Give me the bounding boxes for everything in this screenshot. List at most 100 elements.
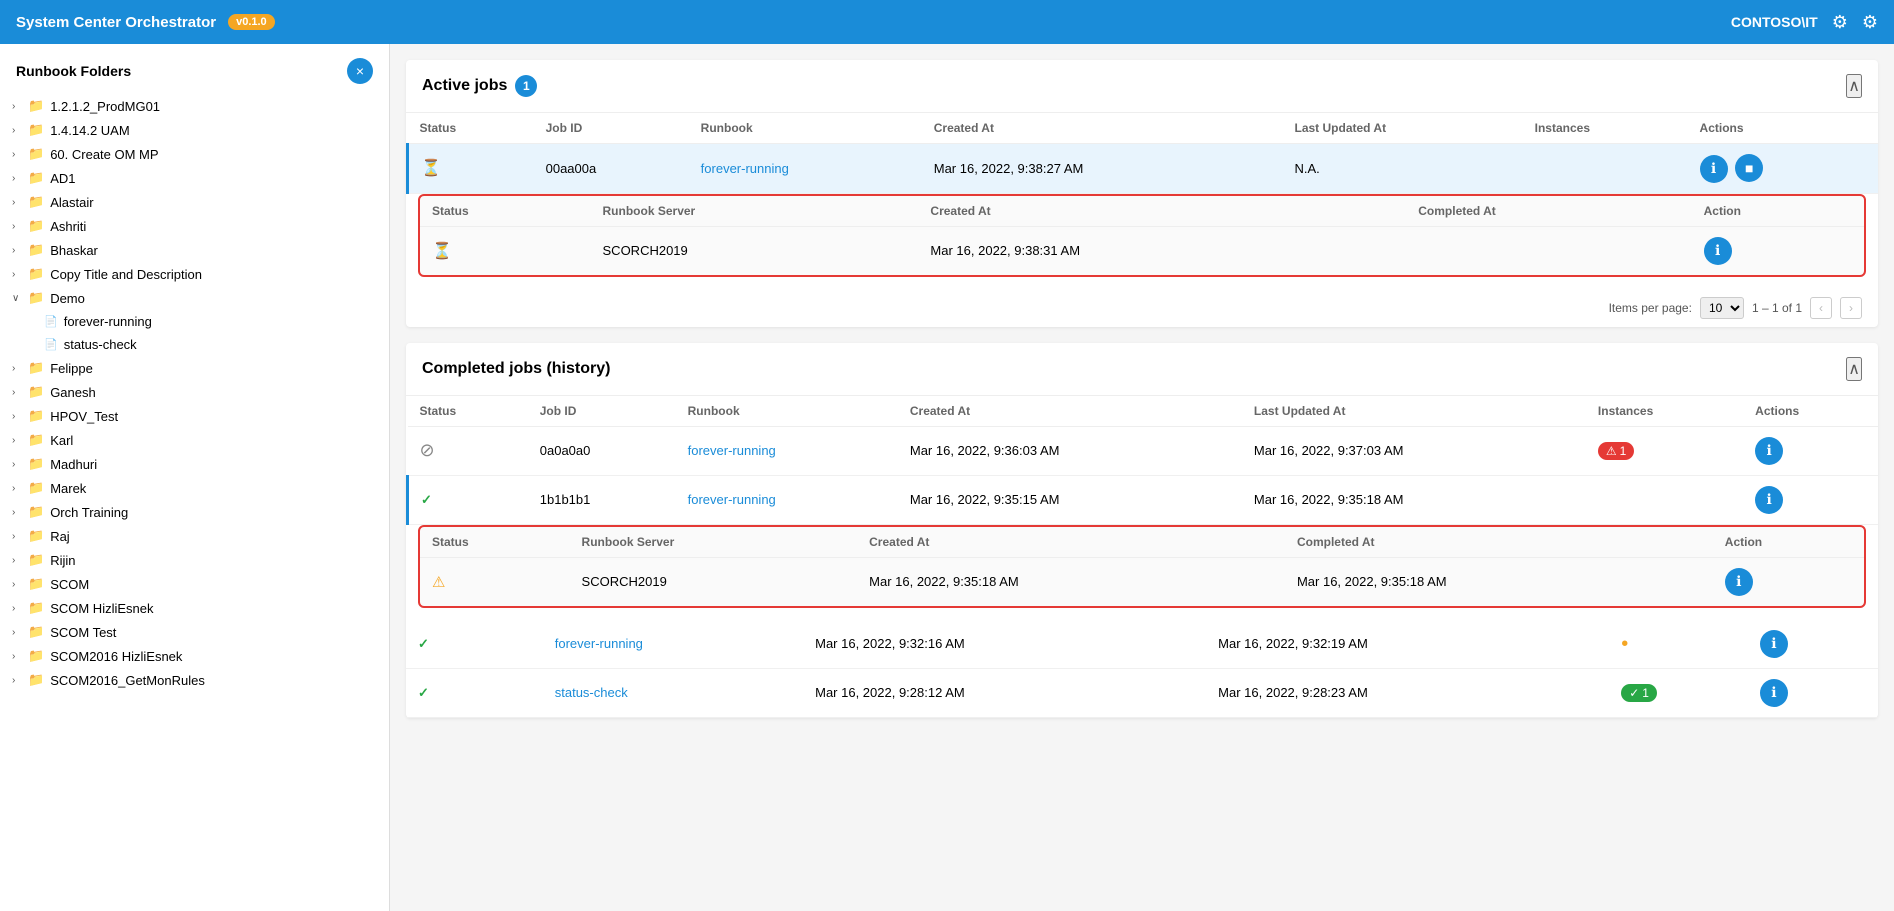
sidebar-item-raj[interactable]: › 📁 Raj [0,524,389,548]
sidebar-item-3[interactable]: › 📁 60. Create OM MP [0,142,389,166]
info-button[interactable]: ℹ [1755,486,1783,514]
sidebar-item-orch-training[interactable]: › 📁 Orch Training [0,500,389,524]
user-icon[interactable]: ⚙ [1862,12,1878,33]
sub-header-row: Status Runbook Server Created At Complet… [420,527,1864,558]
file-icon: 📄 [44,338,58,351]
sub-status-cell: ⚠ [420,557,570,606]
runbook-link[interactable]: forever-running [701,161,789,176]
folder-icon: 📁 [28,384,44,400]
sidebar-item-label: 1.2.1.2_ProdMG01 [50,99,160,114]
info-button[interactable]: ℹ [1755,437,1783,465]
sub-col-status: Status [420,527,570,558]
completed-jobs-header: Completed jobs (history) ∧ [406,343,1878,396]
sidebar-item-7[interactable]: › 📁 Bhaskar [0,238,389,262]
sidebar-item-ganesh[interactable]: › 📁 Ganesh [0,380,389,404]
sidebar-item-demo[interactable]: ∨ 📁 Demo [0,286,389,310]
sidebar-item-scom2016-getmonrules[interactable]: › 📁 SCOM2016_GetMonRules [0,668,389,692]
table-row: ✓ status-check Mar 16, 2022, 9:28:12 AM … [406,668,1878,717]
sidebar-item-label: Ashriti [50,219,86,234]
folder-icon: 📁 [28,218,44,234]
sub-col-created: Created At [857,527,1285,558]
pagination-next-button[interactable]: › [1840,297,1862,319]
pagination-prev-button[interactable]: ‹ [1810,297,1832,319]
runbook-link[interactable]: status-check [555,685,628,700]
runbook-link[interactable]: forever-running [688,443,776,458]
chevron-right-icon: › [12,507,24,518]
sidebar-item-status-check[interactable]: 📄 status-check [0,333,389,356]
header-left: System Center Orchestrator v0.1.0 [16,14,275,31]
runbook-link[interactable]: forever-running [555,636,643,651]
completed-jobs-collapse-button[interactable]: ∧ [1846,357,1862,381]
folder-icon: 📁 [28,98,44,114]
sidebar-item-label: Madhuri [50,457,97,472]
col-instances: Instances [1523,113,1688,144]
sidebar-item-madhuri[interactable]: › 📁 Madhuri [0,452,389,476]
sub-col-completed: Completed At [1406,196,1691,227]
status-cell: ⊘ [408,426,528,475]
sidebar-item-label: SCOM HizliEsnek [50,601,153,616]
sidebar-item-4[interactable]: › 📁 AD1 [0,166,389,190]
active-job-sub-table-container: Status Runbook Server Created At Complet… [418,194,1866,277]
col-updated: Last Updated At [1242,396,1586,427]
close-sidebar-button[interactable]: × [347,58,373,84]
sub-info-button[interactable]: ℹ [1704,237,1732,265]
sidebar-item-felippe[interactable]: › 📁 Felippe [0,356,389,380]
info-button[interactable]: ℹ [1700,155,1728,183]
info-button[interactable]: ℹ [1760,679,1788,707]
sidebar-item-2[interactable]: › 📁 1.4.14.2 UAM [0,118,389,142]
items-per-page-select[interactable]: 10 5 25 50 [1700,297,1744,319]
sidebar-item-label: Ganesh [50,385,96,400]
sub-server-cell: SCORCH2019 [591,226,919,275]
updated-cell: Mar 16, 2022, 9:35:18 AM [1242,475,1586,524]
created-cell: Mar 16, 2022, 9:28:12 AM [803,668,1206,717]
col-jobid: Job ID [528,396,676,427]
sidebar-item-label: SCOM2016_GetMonRules [50,673,205,688]
sidebar-item-label: Alastair [50,195,93,210]
sidebar-item-scom-test[interactable]: › 📁 SCOM Test [0,620,389,644]
folder-icon: 📁 [28,504,44,520]
settings-icon[interactable]: ⚙ [1832,12,1848,33]
sub-info-button[interactable]: ℹ [1725,568,1753,596]
sidebar-item-forever-running[interactable]: 📄 forever-running [0,310,389,333]
active-jobs-count: 1 [515,75,537,97]
header-right: CONTOSO\IT ⚙ ⚙ [1731,12,1878,33]
sidebar-item-hpov[interactable]: › 📁 HPOV_Test [0,404,389,428]
sub-col-action-label: Action [1692,196,1864,227]
chevron-right-icon: › [12,197,24,208]
active-jobs-collapse-button[interactable]: ∧ [1846,74,1862,98]
sidebar-item-scom2016-hizliesnek[interactable]: › 📁 SCOM2016 HizliEsnek [0,644,389,668]
status-cell: ⏳ [408,144,534,194]
sidebar-item-1[interactable]: › 📁 1.2.1.2_ProdMG01 [0,94,389,118]
sidebar-item-6[interactable]: › 📁 Ashriti [0,214,389,238]
hourglass-icon: ⏳ [432,243,452,260]
status-cell: ✓ [408,475,528,524]
chevron-right-icon: › [12,459,24,470]
info-button[interactable]: ℹ [1760,630,1788,658]
runbook-link[interactable]: forever-running [688,492,776,507]
updated-cell: Mar 16, 2022, 9:32:19 AM [1206,620,1609,669]
sidebar-item-label: 1.4.14.2 UAM [50,123,130,138]
sidebar-item-marek[interactable]: › 📁 Marek [0,476,389,500]
chevron-right-icon: › [12,579,24,590]
actions-cell: ℹ [1743,475,1878,524]
sidebar-header: Runbook Folders × [0,44,389,94]
col-runbook: Runbook [676,396,898,427]
created-cell: Mar 16, 2022, 9:35:15 AM [898,475,1242,524]
folder-icon: 📁 [28,576,44,592]
sub-col-server: Runbook Server [591,196,919,227]
sidebar-item-rijin[interactable]: › 📁 Rijin [0,548,389,572]
org-label: CONTOSO\IT [1731,14,1818,30]
sidebar-item-scom[interactable]: › 📁 SCOM [0,572,389,596]
sidebar-item-copy-title[interactable]: › 📁 Copy Title and Description [0,262,389,286]
sidebar-item-5[interactable]: › 📁 Alastair [0,190,389,214]
folder-icon: 📁 [28,480,44,496]
sidebar-item-scom-hizliesnek[interactable]: › 📁 SCOM HizliEsnek [0,596,389,620]
table-row: ⏳ 00aa00a forever-running Mar 16, 2022, … [408,144,1879,194]
folder-icon: 📁 [28,648,44,664]
app-header: System Center Orchestrator v0.1.0 CONTOS… [0,0,1894,44]
check-icon: ✓ [418,636,429,651]
sidebar-item-label: SCOM [50,577,89,592]
stop-button[interactable]: ■ [1735,154,1763,182]
chevron-right-icon: › [12,173,24,184]
sidebar-item-karl[interactable]: › 📁 Karl [0,428,389,452]
